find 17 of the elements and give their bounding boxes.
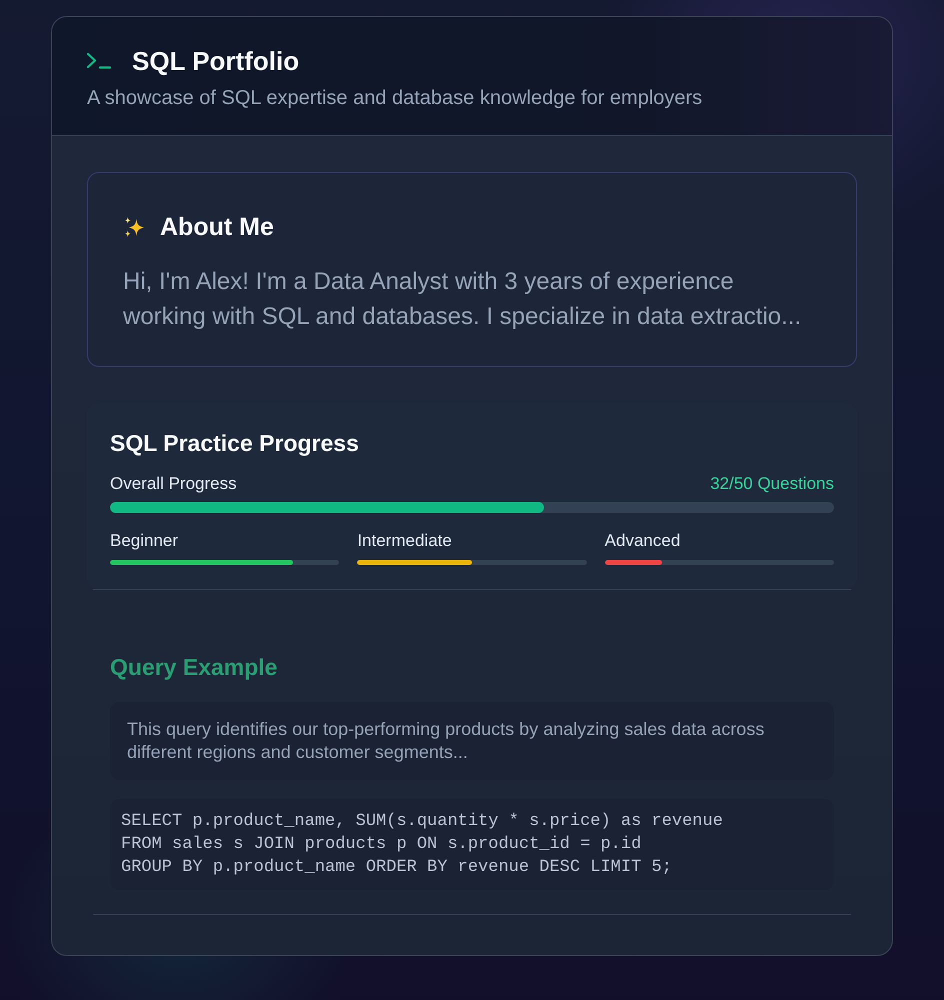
code-line: FROM sales s JOIN products p ON s.product_id = p.id <box>121 834 642 856</box>
level-label: Intermediate <box>357 531 453 551</box>
level-label: Advanced <box>604 531 682 551</box>
level-label: Beginner <box>110 531 180 551</box>
query-heading: Query Example <box>110 653 278 681</box>
about-heading: About Me <box>160 212 274 242</box>
code-line: SELECT p.product_name, SUM(s.quantity * s.price) as revenue <box>121 811 724 833</box>
query-description: This query identifies our top-performing products by analyzing sales data across different regions and customer segments... <box>127 718 766 764</box>
terminal-prompt-icon <box>87 53 111 69</box>
overall-progress-label: Overall Progress <box>110 474 237 494</box>
app-subtitle: A showcase of SQL expertise and database knowledge for employers <box>87 86 704 110</box>
app-title: SQL Portfolio <box>132 46 300 76</box>
about-text: Hi, I'm Alex! I'm a Data Analyst with 3 years of experience working with SQL and databases. I specialize in data extractio... <box>123 267 802 332</box>
sparkles-icon <box>123 216 146 238</box>
progress-heading: SQL Practice Progress <box>110 429 360 457</box>
question-count: 32/50 Questions <box>710 474 834 494</box>
code-line: GROUP BY p.product_name ORDER BY revenue DESC LIMIT 5; <box>121 857 673 879</box>
